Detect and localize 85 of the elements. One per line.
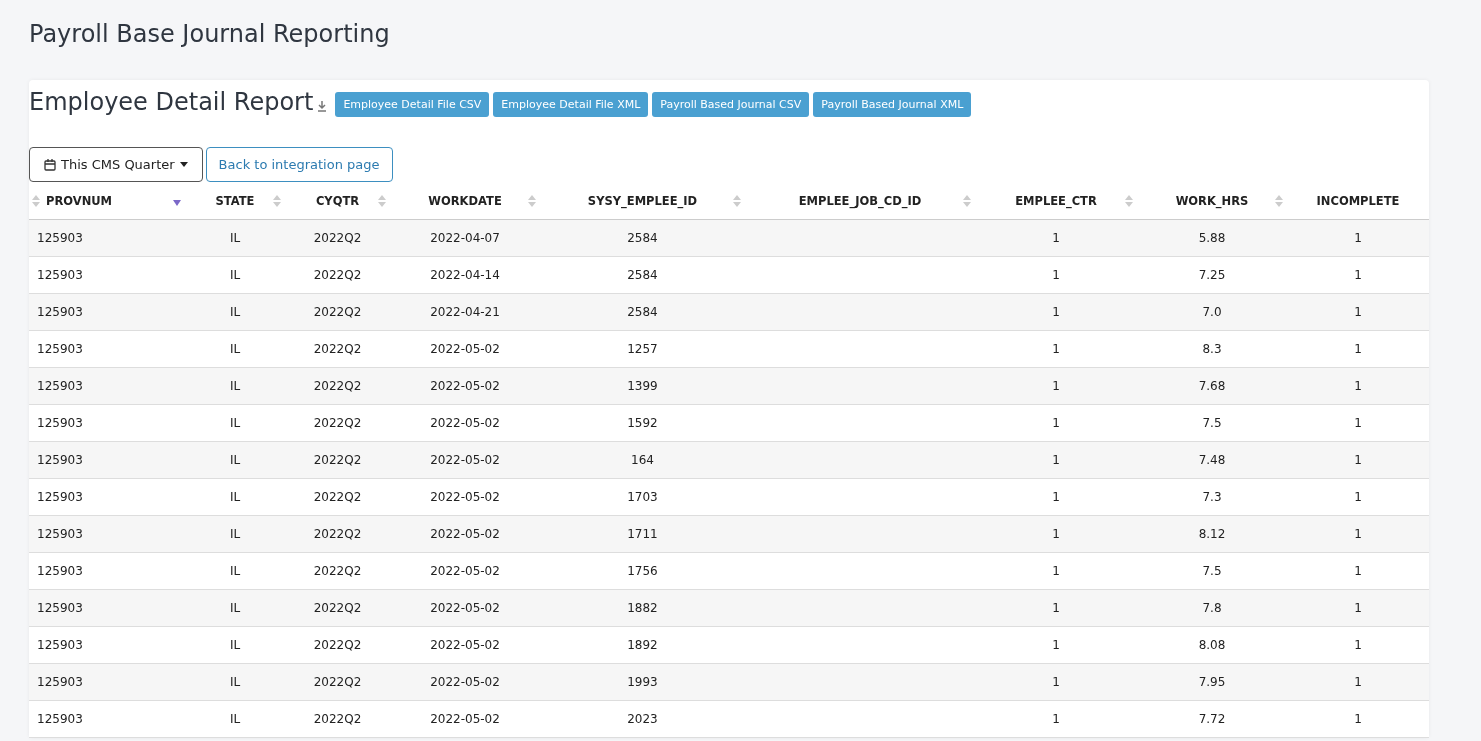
table-cell: 125903 [29, 257, 185, 294]
table-cell: 125903 [29, 331, 185, 368]
page-title: Payroll Base Journal Reporting [29, 19, 391, 50]
table-cell: 2022Q2 [285, 442, 390, 479]
table-cell: 2022Q2 [285, 664, 390, 701]
table-cell: 1993 [540, 664, 745, 701]
table-cell: IL [185, 664, 285, 701]
sort-icon[interactable] [1275, 195, 1283, 207]
table-cell: 2022-05-02 [390, 590, 540, 627]
table-cell: 5.88 [1137, 220, 1287, 257]
table-cell: 7.48 [1137, 442, 1287, 479]
table-cell: 1 [1287, 331, 1429, 368]
download-icon[interactable] [317, 101, 328, 112]
table-cell: 2584 [540, 220, 745, 257]
sort-icon[interactable] [273, 195, 281, 207]
table-cell: 8.12 [1137, 516, 1287, 553]
table-cell: 1 [1287, 627, 1429, 664]
caret-icon [179, 162, 188, 167]
table-cell: 125903 [29, 701, 185, 738]
sort-icon[interactable] [528, 195, 536, 207]
table-cell: 1 [1287, 516, 1429, 553]
table-cell: 125903 [29, 590, 185, 627]
table-cell: 2022Q2 [285, 516, 390, 553]
table-cell: 125903 [29, 405, 185, 442]
table-cell: 2022-05-02 [390, 442, 540, 479]
sort-icon[interactable] [32, 195, 40, 207]
table-cell: IL [185, 442, 285, 479]
table-cell: 2584 [540, 294, 745, 331]
sort-icon[interactable] [963, 195, 971, 207]
table-cell: 1 [975, 294, 1137, 331]
table-cell: 1 [975, 516, 1137, 553]
table-cell: 2022Q2 [285, 294, 390, 331]
table-cell: 1 [975, 220, 1137, 257]
table-cell: 7.8 [1137, 590, 1287, 627]
table-cell: IL [185, 590, 285, 627]
table-cell: 125903 [29, 553, 185, 590]
period-dropdown[interactable]: This CMS Quarter [29, 147, 203, 182]
table-cell: 1 [1287, 590, 1429, 627]
table-cell: 125903 [29, 368, 185, 405]
table-cell: 7.0 [1137, 294, 1287, 331]
table-cell: 1 [1287, 664, 1429, 701]
table-cell: 1 [1287, 257, 1429, 294]
table-cell: IL [185, 294, 285, 331]
table-cell: 125903 [29, 220, 185, 257]
table-cell: 7.68 [1137, 368, 1287, 405]
table-cell: 2022Q2 [285, 220, 390, 257]
table-cell: 1 [1287, 442, 1429, 479]
table-cell: 1 [975, 368, 1137, 405]
table-cell: 1 [975, 442, 1137, 479]
table-cell: 1399 [540, 368, 745, 405]
table-cell: 164 [540, 442, 745, 479]
report-title: Employee Detail Report [29, 87, 314, 116]
back-button[interactable]: Back to integration page [205, 147, 393, 182]
table-cell: 2022-04-07 [390, 220, 540, 257]
table-cell: IL [185, 516, 285, 553]
table-cell: 7.95 [1137, 664, 1287, 701]
table-cell: 2022-05-02 [390, 368, 540, 405]
table-cell: 2022-04-21 [390, 294, 540, 331]
sort-icon[interactable] [378, 195, 386, 207]
calendar-icon [44, 158, 56, 171]
table-cell: 2022Q2 [285, 590, 390, 627]
table-cell: 1 [1287, 368, 1429, 405]
table-cell: 1711 [540, 516, 745, 553]
table-cell: 125903 [29, 627, 185, 664]
table-cell: 1 [975, 664, 1137, 701]
table-cell: 1 [1287, 701, 1429, 738]
table-cell: 1 [1287, 479, 1429, 516]
table-cell: 125903 [29, 664, 185, 701]
table-cell: IL [185, 368, 285, 405]
table-cell: 1 [1287, 553, 1429, 590]
table-cell: 1 [1287, 220, 1429, 257]
table-cell: IL [185, 220, 285, 257]
table-cell: 125903 [29, 294, 185, 331]
table-cell: 125903 [29, 479, 185, 516]
table-cell: 2022-05-02 [390, 664, 540, 701]
table-cell: 2022-05-02 [390, 516, 540, 553]
table-cell: 1 [975, 590, 1137, 627]
table-cell: 1 [1287, 405, 1429, 442]
table-cell: 2022Q2 [285, 368, 390, 405]
table-cell: 125903 [29, 442, 185, 479]
sort-icon[interactable] [1125, 195, 1133, 207]
table-cell: 125903 [29, 516, 185, 553]
sort-icon[interactable] [733, 195, 741, 207]
table-cell: 1882 [540, 590, 745, 627]
table-cell: 1 [1287, 294, 1429, 331]
